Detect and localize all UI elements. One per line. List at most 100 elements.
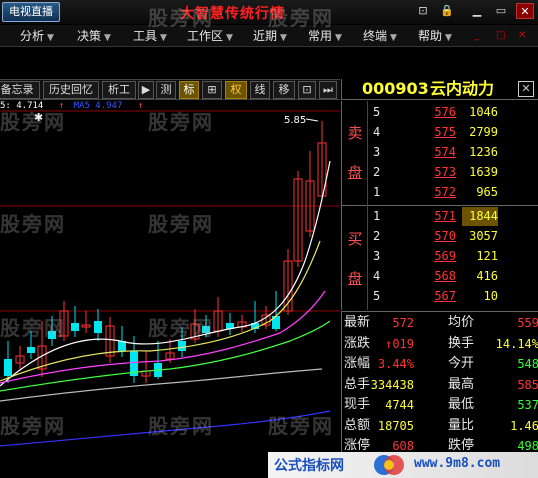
trading-app: { "title": { "tv_button": "电视直播", "windo… — [0, 0, 538, 478]
order-price[interactable]: 575 — [412, 123, 456, 142]
ma-line — [0, 160, 331, 387]
stock-name: 云内动力 — [430, 79, 495, 98]
candle-body — [202, 326, 210, 333]
footer-url: www.9m8.com — [414, 456, 501, 471]
chart-toolbar: 备忘录 历史回忆 析工 ▶ 测 标 ⊞ 权 线 移 ⊡ ⏭ — [0, 79, 340, 100]
order-level: 2 — [373, 229, 381, 243]
order-level: 5 — [373, 289, 381, 303]
order-price[interactable]: 568 — [412, 267, 456, 286]
order-price[interactable]: 570 — [412, 227, 456, 246]
minimize-icon[interactable]: ▁ — [468, 3, 486, 19]
chevron-down-icon: ▼ — [280, 33, 287, 43]
sell-order-row[interactable]: 3 574 1236 — [342, 143, 538, 162]
peak-price-label: 5.85 — [284, 115, 306, 126]
title-bar: 电视直播 大智慧传统行情 ⊡ 🔒 ▁ ▭ ✕ — [0, 0, 538, 24]
maximize-icon[interactable]: ▭ — [492, 3, 510, 19]
order-level: 1 — [373, 209, 381, 223]
rights-button[interactable]: 权 — [225, 81, 247, 99]
chevron-down-icon: ▼ — [47, 33, 54, 43]
lock-icon[interactable]: 🔒 — [438, 3, 456, 19]
chevron-down-icon: ▼ — [335, 33, 342, 43]
close-panel-icon[interactable]: ✕ — [518, 81, 534, 97]
footer-title: 公式指标网 — [274, 458, 344, 474]
chevron-down-icon: ▼ — [445, 33, 452, 43]
order-book-divider — [342, 205, 538, 206]
ma-marker-icon: ↑ — [137, 101, 144, 111]
play-icon[interactable]: ▶ — [138, 81, 154, 99]
order-level: 4 — [373, 125, 381, 139]
close-icon[interactable]: ✕ — [516, 3, 534, 19]
play-end-icon[interactable]: ⏭ — [319, 81, 337, 99]
window-icon[interactable]: ⊡ — [298, 81, 316, 99]
candle-body — [178, 341, 186, 351]
stat-row: 总额 18705 量比 1.46 — [342, 416, 538, 436]
menu-terminal[interactable]: 终端 ▼ — [363, 28, 397, 44]
history-button[interactable]: 历史回忆 — [43, 81, 99, 99]
stat-value: 4744 — [385, 398, 414, 412]
buy-order-row[interactable]: 4 568 416 — [342, 267, 538, 286]
stat-label: 最新 — [344, 315, 371, 330]
order-volume: 3057 — [469, 229, 498, 243]
stat-label: 最高 — [448, 376, 475, 392]
stat-value: 585 — [517, 377, 538, 392]
order-price[interactable]: 572 — [412, 183, 456, 202]
buy-order-row[interactable]: 3 569 121 — [342, 247, 538, 266]
menu-common[interactable]: 常用 ▼ — [308, 28, 342, 44]
order-price[interactable]: 574 — [412, 143, 456, 162]
mark-button[interactable]: 标 — [179, 81, 199, 99]
order-price[interactable]: 569 — [412, 247, 456, 266]
notification-icon[interactable]: ⊡ — [414, 3, 432, 19]
candle-body — [4, 359, 12, 376]
menu-analysis[interactable]: 分析 ▼ — [20, 28, 54, 44]
stat-label: 换手 — [448, 335, 475, 351]
mini-close-icon[interactable]: ✕ — [518, 30, 526, 41]
sell-order-row[interactable]: 2 573 1639 — [342, 163, 538, 182]
stat-label: 量比 — [448, 417, 475, 433]
menu-decision[interactable]: 决策 ▼ — [77, 28, 111, 44]
sell-order-row[interactable]: 4 575 2799 — [342, 123, 538, 142]
buy-order-row[interactable]: 5 567 10 — [342, 287, 538, 306]
menu-workspace[interactable]: 工作区 ▼ — [187, 28, 233, 44]
menu-recent[interactable]: 近期 ▼ — [253, 28, 287, 44]
order-volume: 10 — [483, 289, 498, 303]
sell-order-row[interactable]: 5 576 1046 — [342, 103, 538, 122]
chevron-down-icon: ▼ — [160, 33, 167, 43]
site-logo-icon — [374, 455, 404, 475]
stat-value: 572 — [392, 316, 414, 330]
order-price[interactable]: 567 — [412, 287, 456, 306]
order-price[interactable]: 576 — [412, 103, 456, 122]
stat-label: 总额 — [344, 417, 371, 433]
order-level: 4 — [373, 269, 381, 283]
stat-value: 548 — [517, 357, 538, 371]
tv-live-button[interactable]: 电视直播 — [2, 2, 60, 22]
stat-value: 334438 — [370, 377, 414, 392]
stat-row: 涨跌 ↑019 换手 14.14% — [342, 334, 538, 354]
order-volume: 1844 — [462, 207, 498, 226]
buy-order-row[interactable]: 2 570 3057 — [342, 227, 538, 246]
line-button[interactable]: 线 — [250, 81, 270, 99]
mini-restore-icon[interactable]: □ — [496, 30, 505, 41]
sell-order-row[interactable]: 1 572 965 — [342, 183, 538, 202]
memo-button[interactable]: 备忘录 — [0, 81, 40, 99]
menu-tools[interactable]: 工具 ▼ — [133, 28, 167, 44]
stat-value: 559 — [517, 316, 538, 330]
crosshair-button[interactable]: ⊞ — [202, 81, 222, 99]
ma-line — [0, 410, 331, 447]
order-price[interactable]: 571 — [412, 207, 456, 226]
analyst-button[interactable]: 析工 — [102, 81, 136, 99]
chevron-down-icon: ▼ — [226, 33, 233, 43]
kline-chart[interactable]: 5.85✱ — [0, 101, 340, 478]
buy-order-row[interactable]: 1 571 1844 — [342, 207, 538, 226]
stat-label: 涨跌 — [344, 335, 371, 351]
menu-help[interactable]: 帮助 ▼ — [418, 28, 452, 44]
stat-value: 18705 — [377, 418, 414, 433]
stat-value: 14.14% — [495, 336, 538, 351]
mini-minimize-icon[interactable]: _ — [474, 30, 479, 41]
order-volume: 1046 — [469, 105, 498, 119]
move-button[interactable]: 移 — [273, 81, 295, 99]
peak-pointer — [305, 118, 319, 122]
order-price[interactable]: 573 — [412, 163, 456, 182]
stat-row: 总手 334438 最高 585 — [342, 375, 538, 395]
measure-button[interactable]: 测 — [156, 81, 176, 99]
order-volume: 965 — [476, 185, 498, 199]
